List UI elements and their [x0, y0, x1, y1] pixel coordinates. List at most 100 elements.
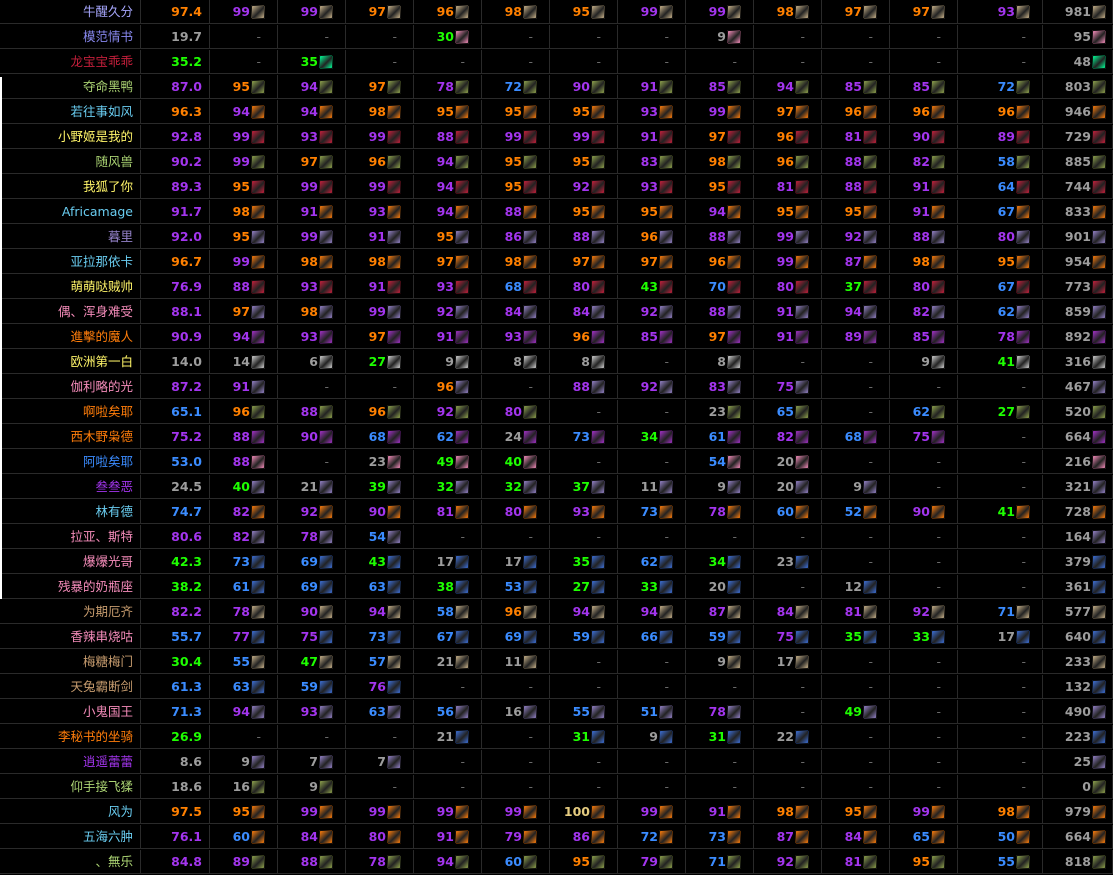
boss-score-cell[interactable]: 82 — [210, 525, 278, 549]
player-name[interactable]: 進擊的魔人 — [0, 325, 141, 349]
boss-score-cell[interactable]: 97 — [618, 250, 686, 274]
boss-score-cell[interactable]: 23 — [754, 550, 822, 574]
boss-score-cell[interactable]: 93 — [482, 325, 550, 349]
boss-score-cell[interactable]: - — [958, 675, 1043, 699]
boss-score-cell[interactable]: 99 — [346, 800, 414, 824]
boss-score-cell[interactable]: 94 — [550, 600, 618, 624]
boss-score-cell[interactable]: - — [958, 725, 1043, 749]
boss-score-cell[interactable]: 95 — [210, 75, 278, 99]
boss-score-cell[interactable]: - — [346, 725, 414, 749]
boss-score-cell[interactable]: - — [618, 400, 686, 424]
boss-score-cell[interactable]: - — [890, 775, 958, 799]
table-row[interactable]: 牛醒久分 97.4 99 99 97 96 98 95 99 99 98 97 97 93 981 — [0, 0, 1113, 25]
boss-score-cell[interactable]: 50 — [958, 825, 1043, 849]
boss-score-cell[interactable]: 99 — [686, 0, 754, 24]
boss-score-cell[interactable]: 31 — [550, 725, 618, 749]
boss-score-cell[interactable]: 84 — [278, 825, 346, 849]
table-row[interactable]: 進擊的魔人 90.9 94 93 97 91 93 96 85 97 91 89 85 78 892 — [0, 325, 1113, 350]
boss-score-cell[interactable]: 8 — [482, 350, 550, 374]
boss-score-cell[interactable]: 68 — [822, 425, 890, 449]
boss-score-cell[interactable]: 81 — [822, 600, 890, 624]
boss-score-cell[interactable]: - — [414, 525, 482, 549]
boss-score-cell[interactable]: 85 — [822, 75, 890, 99]
boss-score-cell[interactable]: 91 — [414, 825, 482, 849]
player-name[interactable]: 夺命黑鸭 — [0, 75, 141, 99]
boss-score-cell[interactable]: - — [958, 450, 1043, 474]
boss-score-cell[interactable]: 73 — [210, 550, 278, 574]
boss-score-cell[interactable]: 21 — [278, 475, 346, 499]
player-name[interactable]: 为期厄齐 — [0, 600, 141, 624]
boss-score-cell[interactable]: - — [754, 50, 822, 74]
boss-score-cell[interactable]: - — [346, 775, 414, 799]
boss-score-cell[interactable]: - — [822, 525, 890, 549]
boss-score-cell[interactable]: 86 — [550, 825, 618, 849]
boss-score-cell[interactable]: 73 — [686, 825, 754, 849]
player-name[interactable]: 爆爆光哥 — [0, 550, 141, 574]
boss-score-cell[interactable]: 95 — [210, 800, 278, 824]
table-row[interactable]: 天兔霸断剑 61.3 63 59 76 - - - - - - - - - 132 — [0, 675, 1113, 700]
table-row[interactable]: 风为 97.5 95 99 99 99 99 100 99 91 98 95 99 98 979 — [0, 800, 1113, 825]
table-row[interactable]: 逍遥蕾蕾 8.6 9 7 7 - - - - - - - - - 25 — [0, 750, 1113, 775]
boss-score-cell[interactable]: - — [958, 475, 1043, 499]
boss-score-cell[interactable]: 85 — [686, 75, 754, 99]
boss-score-cell[interactable]: 99 — [210, 0, 278, 24]
boss-score-cell[interactable]: - — [550, 775, 618, 799]
boss-score-cell[interactable]: - — [890, 700, 958, 724]
player-name[interactable]: 拉亚、斯特 — [0, 525, 141, 549]
boss-score-cell[interactable]: - — [890, 450, 958, 474]
boss-score-cell[interactable]: 99 — [550, 125, 618, 149]
boss-score-cell[interactable]: 30 — [414, 25, 482, 49]
boss-score-cell[interactable]: 75 — [278, 625, 346, 649]
table-row[interactable]: 香辣串烧咕 55.7 77 75 73 67 69 59 66 59 75 35 33 17 640 — [0, 625, 1113, 650]
boss-score-cell[interactable]: 73 — [618, 500, 686, 524]
boss-score-cell[interactable]: 99 — [346, 175, 414, 199]
boss-score-cell[interactable]: 89 — [822, 325, 890, 349]
player-name[interactable]: 若往事如风 — [0, 100, 141, 124]
boss-score-cell[interactable]: 99 — [210, 150, 278, 174]
boss-score-cell[interactable]: - — [958, 700, 1043, 724]
boss-score-cell[interactable]: - — [958, 25, 1043, 49]
table-row[interactable]: Africamage 91.7 98 91 93 94 88 95 95 94 95 95 91 67 83… — [0, 200, 1113, 225]
boss-score-cell[interactable]: - — [822, 775, 890, 799]
boss-score-cell[interactable]: - — [550, 25, 618, 49]
player-name[interactable]: 李秘书的坐骑 — [0, 725, 141, 749]
boss-score-cell[interactable]: 95 — [550, 100, 618, 124]
boss-score-cell[interactable]: 96 — [890, 100, 958, 124]
boss-score-cell[interactable]: 12 — [822, 575, 890, 599]
boss-score-cell[interactable]: - — [482, 725, 550, 749]
boss-score-cell[interactable]: - — [822, 450, 890, 474]
boss-score-cell[interactable]: 97 — [210, 300, 278, 324]
boss-score-cell[interactable]: 88 — [278, 850, 346, 874]
player-name[interactable]: 香辣串烧咕 — [0, 625, 141, 649]
boss-score-cell[interactable]: 94 — [414, 175, 482, 199]
boss-score-cell[interactable]: 96 — [686, 250, 754, 274]
boss-score-cell[interactable]: 91 — [890, 175, 958, 199]
boss-score-cell[interactable]: 76 — [346, 675, 414, 699]
boss-score-cell[interactable]: 59 — [550, 625, 618, 649]
boss-score-cell[interactable]: 91 — [346, 225, 414, 249]
table-row[interactable]: 爆爆光哥 42.3 73 69 43 17 17 35 62 34 23 - - - 379 — [0, 550, 1113, 575]
boss-score-cell[interactable]: 95 — [890, 850, 958, 874]
boss-score-cell[interactable]: 97 — [346, 325, 414, 349]
boss-score-cell[interactable]: 92 — [618, 375, 686, 399]
boss-score-cell[interactable]: 95 — [414, 225, 482, 249]
boss-score-cell[interactable]: 93 — [618, 175, 686, 199]
boss-score-cell[interactable]: 20 — [686, 575, 754, 599]
boss-score-cell[interactable]: 9 — [890, 350, 958, 374]
boss-score-cell[interactable]: 88 — [890, 225, 958, 249]
boss-score-cell[interactable]: 95 — [482, 150, 550, 174]
boss-score-cell[interactable]: 94 — [686, 200, 754, 224]
boss-score-cell[interactable]: 6 — [278, 350, 346, 374]
boss-score-cell[interactable]: 98 — [210, 200, 278, 224]
boss-score-cell[interactable]: 97 — [346, 0, 414, 24]
boss-score-cell[interactable]: - — [550, 525, 618, 549]
boss-score-cell[interactable]: 98 — [686, 150, 754, 174]
boss-score-cell[interactable]: 78 — [414, 75, 482, 99]
boss-score-cell[interactable]: - — [618, 650, 686, 674]
boss-score-cell[interactable]: 87 — [822, 250, 890, 274]
boss-score-cell[interactable]: - — [346, 25, 414, 49]
boss-score-cell[interactable]: - — [686, 750, 754, 774]
boss-score-cell[interactable]: - — [754, 525, 822, 549]
boss-score-cell[interactable]: 75 — [754, 625, 822, 649]
player-name[interactable]: 啊啦矣耶 — [0, 400, 141, 424]
